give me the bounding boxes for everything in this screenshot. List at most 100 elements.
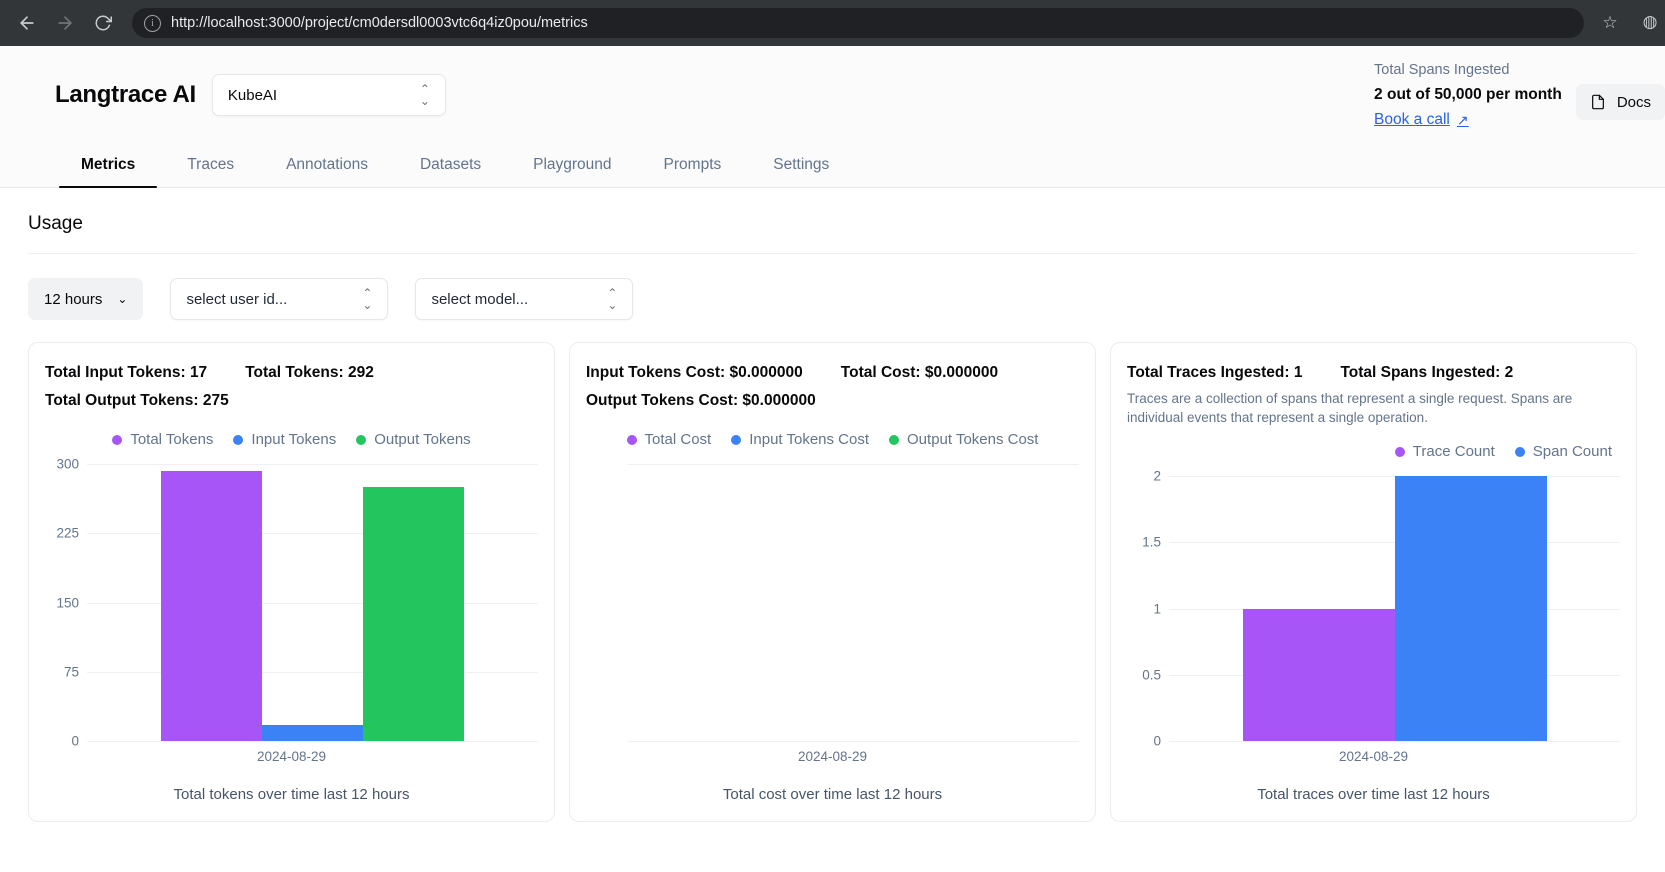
- cost-chart-area: [628, 464, 1079, 742]
- legend-item-total-cost[interactable]: Total Cost: [626, 431, 712, 448]
- traces-chart-bars: [1169, 476, 1620, 741]
- reload-button[interactable]: [86, 6, 120, 40]
- legend-label: Input Tokens Cost: [749, 431, 870, 448]
- star-icon[interactable]: ☆: [1596, 13, 1624, 33]
- user-id-filter[interactable]: select user id... ⌃ ⌄: [170, 278, 389, 320]
- legend-item-input-tokens-cost[interactable]: Input Tokens Cost: [731, 431, 869, 448]
- tab-metrics[interactable]: Metrics: [55, 156, 161, 188]
- docs-button[interactable]: Docs: [1575, 84, 1665, 120]
- tab-settings[interactable]: Settings: [747, 156, 855, 187]
- metrics-cards: Total Input Tokens: 17 Total Tokens: 292…: [28, 342, 1637, 822]
- tokens-card: Total Input Tokens: 17 Total Tokens: 292…: [28, 342, 555, 822]
- tokens-chart-yaxis: 300 225 150 75 0: [45, 457, 87, 749]
- legend-label: Input Tokens: [251, 431, 337, 448]
- traces-chart-plot: 2 1.5 1 0.5 0: [1127, 466, 1620, 749]
- ytick: 0: [71, 733, 79, 749]
- book-a-call-label: Book a call: [1374, 111, 1450, 128]
- traces-card-caption: Total traces over time last 12 hours: [1257, 786, 1490, 803]
- tab-playground[interactable]: Playground: [507, 156, 637, 187]
- legend-item-output-tokens-cost[interactable]: Output Tokens Cost: [889, 431, 1038, 448]
- legend-item-output-tokens[interactable]: Output Tokens: [356, 431, 471, 448]
- ytick: 1: [1153, 601, 1161, 616]
- legend-dot-blue: [1514, 446, 1525, 457]
- gridline: [628, 741, 1079, 742]
- legend-label: Output Tokens: [374, 431, 471, 448]
- legend-item-trace-count[interactable]: Trace Count: [1394, 443, 1495, 460]
- legend-dot-blue: [233, 434, 244, 445]
- legend-item-input-tokens[interactable]: Input Tokens: [233, 431, 336, 448]
- tab-bar: Metrics Traces Annotations Datasets Play…: [0, 142, 1665, 188]
- spans-usage-label: Total Spans Ingested: [1374, 62, 1510, 78]
- time-range-value: 12 hours: [44, 290, 103, 308]
- gridline: [87, 741, 538, 742]
- bar-span-count[interactable]: [1394, 476, 1547, 741]
- ytick: 2: [1153, 468, 1161, 484]
- external-link-arrow-icon: ↗: [1456, 112, 1469, 128]
- tokens-card-caption: Total tokens over time last 12 hours: [173, 786, 410, 803]
- address-bar-url: http://localhost:3000/project/cm0dersdl0…: [171, 15, 588, 31]
- cost-chart-bars: [628, 464, 1079, 741]
- tokens-card-stats: Total Input Tokens: 17 Total Tokens: 292…: [45, 359, 538, 415]
- stat-total-output-tokens: Total Output Tokens: 275: [45, 392, 229, 409]
- project-selector-value: KubeAI: [227, 86, 278, 104]
- legend-item-total-tokens[interactable]: Total Tokens: [112, 431, 213, 448]
- cost-chart-legend: Total Cost Input Tokens Cost Output Toke…: [586, 431, 1079, 448]
- stat-total-spans-ingested: Total Spans Ingested: 2: [1340, 364, 1514, 381]
- model-filter[interactable]: select model... ⌃ ⌄: [415, 278, 634, 320]
- back-button[interactable]: [10, 6, 44, 40]
- chevron-down-icon: ⌄: [117, 292, 128, 306]
- time-range-filter[interactable]: 12 hours ⌄: [28, 278, 144, 320]
- tokens-chart-legend: Total Tokens Input Tokens Output Tokens: [45, 431, 538, 448]
- chevron-up-down-icon: ⌃ ⌄: [362, 286, 373, 312]
- tokens-chart-plot: 300 225 150 75 0: [45, 454, 538, 749]
- reload-icon: [95, 15, 112, 31]
- address-bar[interactable]: i http://localhost:3000/project/cm0dersd…: [132, 8, 1584, 38]
- model-filter-placeholder: select model...: [431, 290, 529, 308]
- legend-dot-purple: [112, 434, 123, 445]
- info-circle-icon[interactable]: i: [144, 14, 161, 32]
- main-content: Usage 12 hours ⌄ select user id... ⌃ ⌄ se…: [0, 188, 1665, 822]
- file-icon: [1591, 94, 1604, 110]
- tab-traces[interactable]: Traces: [161, 156, 260, 187]
- legend-label: Span Count: [1532, 443, 1612, 460]
- ytick: 225: [56, 525, 79, 541]
- bar-output-tokens[interactable]: [363, 487, 464, 741]
- filter-bar: 12 hours ⌄ select user id... ⌃ ⌄ select m…: [28, 254, 1637, 342]
- chevron-up-down-icon: ⌃ ⌄: [419, 82, 430, 108]
- stat-total-traces-ingested: Total Traces Ingested: 1: [1127, 364, 1303, 381]
- stat-total-input-tokens: Total Input Tokens: 17: [45, 364, 208, 381]
- tokens-chart-bars: [87, 464, 538, 741]
- project-selector[interactable]: KubeAI ⌃ ⌄: [211, 74, 446, 116]
- forward-button[interactable]: [48, 6, 82, 40]
- tab-prompts[interactable]: Prompts: [638, 156, 748, 187]
- profile-icon[interactable]: ◍: [1637, 9, 1663, 35]
- header-right: Total Spans Ingested 2 out of 50,000 per…: [1374, 58, 1665, 133]
- ytick: 1.5: [1142, 534, 1161, 550]
- cost-card-caption: Total cost over time last 12 hours: [722, 786, 943, 803]
- user-id-filter-placeholder: select user id...: [186, 290, 288, 308]
- spans-usage-block: Total Spans Ingested 2 out of 50,000 per…: [1374, 58, 1562, 133]
- legend-label: Output Tokens Cost: [907, 431, 1039, 448]
- tab-datasets[interactable]: Datasets: [394, 156, 507, 187]
- browser-toolbar: i http://localhost:3000/project/cm0dersd…: [0, 0, 1665, 46]
- stat-input-tokens-cost: Input Tokens Cost: $0.000000: [586, 364, 803, 381]
- book-a-call-link[interactable]: Book a call ↗: [1374, 107, 1469, 133]
- ytick: 0: [1153, 733, 1161, 749]
- traces-card: Total Traces Ingested: 1 Total Spans Ing…: [1110, 342, 1637, 822]
- chevron-up-down-icon: ⌃ ⌄: [607, 286, 618, 312]
- legend-label: Total Cost: [644, 431, 712, 448]
- traces-chart-yaxis: 2 1.5 1 0.5 0: [1127, 469, 1169, 749]
- bar-trace-count[interactable]: [1242, 608, 1395, 741]
- tokens-chart-area: [87, 464, 538, 742]
- docs-button-label: Docs: [1616, 93, 1651, 111]
- stat-total-cost: Total Cost: $0.000000: [840, 364, 999, 381]
- bar-total-tokens[interactable]: [161, 471, 262, 741]
- bar-input-tokens[interactable]: [262, 725, 363, 741]
- app-logo-text: Langtrace AI: [55, 81, 196, 108]
- tab-annotations[interactable]: Annotations: [260, 156, 394, 187]
- legend-dot-purple: [1394, 446, 1405, 457]
- traces-chart-legend: Trace Count Span Count: [1127, 443, 1620, 460]
- traces-chart-area: [1169, 476, 1620, 742]
- legend-item-span-count[interactable]: Span Count: [1514, 443, 1612, 460]
- cost-chart-xlabel: 2024-08-29: [797, 749, 868, 764]
